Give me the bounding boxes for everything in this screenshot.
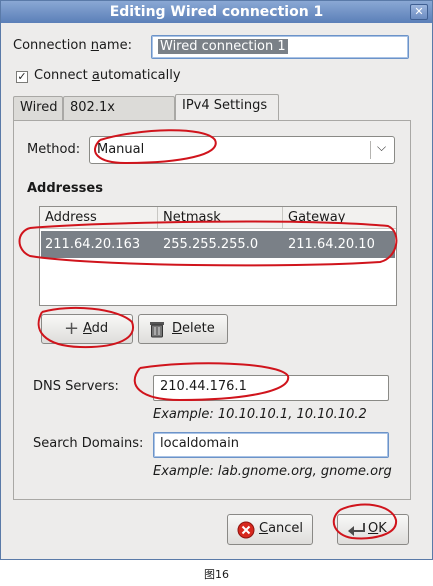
- search-domains-label: Search Domains:: [33, 436, 144, 451]
- tab-8021x-security[interactable]: 802.1x Security: [63, 96, 175, 137]
- cancel-button[interactable]: Cancel: [227, 514, 313, 545]
- table-row[interactable]: 211.64.20.163 255.255.255.0 211.64.20.10: [41, 231, 395, 258]
- add-button[interactable]: + Add: [41, 314, 133, 344]
- delete-button-label: Delete: [172, 321, 215, 336]
- ok-button[interactable]: OK: [337, 514, 409, 545]
- cell-netmask: 255.255.255.0: [163, 237, 259, 252]
- dns-example-hint: Example: 10.10.10.1, 10.10.10.2: [153, 407, 367, 422]
- column-header-address[interactable]: Address: [40, 207, 158, 229]
- cancel-icon: [237, 521, 255, 550]
- figure-caption: 图16: [204, 568, 229, 581]
- connection-name-value: Wired connection 1: [158, 39, 288, 54]
- tab-ipv4-settings[interactable]: IPv4 Settings: [175, 94, 279, 121]
- column-header-gateway[interactable]: Gateway: [283, 207, 396, 229]
- window-title: Editing Wired connection 1: [109, 4, 324, 20]
- trash-icon: [148, 320, 166, 350]
- search-domains-value: localdomain: [160, 436, 239, 451]
- method-label: Method:: [27, 142, 81, 157]
- dns-servers-input[interactable]: 210.44.176.1: [153, 375, 389, 401]
- delete-button[interactable]: Delete: [138, 314, 228, 344]
- connection-name-input[interactable]: Wired connection 1: [151, 35, 409, 59]
- tab-wired[interactable]: Wired: [13, 96, 63, 120]
- connection-name-label: Connection name:: [13, 38, 132, 53]
- dialog-window: Editing Wired connection 1 ✕ Connection …: [0, 0, 433, 560]
- close-icon[interactable]: ✕: [410, 4, 428, 20]
- search-example-hint: Example: lab.gnome.org, gnome.org: [153, 464, 392, 479]
- chevron-down-icon: ⌵: [377, 140, 387, 154]
- cell-gateway: 211.64.20.10: [288, 237, 375, 252]
- method-combo[interactable]: Manual ⌵: [89, 136, 395, 164]
- add-button-label: Add: [83, 321, 109, 336]
- dns-servers-label: DNS Servers:: [33, 379, 119, 394]
- addresses-table: Address Netmask Gateway 211.64.20.163 25…: [39, 206, 397, 306]
- plus-icon: +: [64, 318, 80, 339]
- cancel-button-label: Cancel: [259, 521, 304, 536]
- column-header-netmask[interactable]: Netmask: [158, 207, 283, 229]
- connect-auto-checkbox[interactable]: ✓: [16, 71, 28, 83]
- addresses-heading: Addresses: [27, 181, 103, 196]
- dns-servers-value: 210.44.176.1: [160, 379, 247, 394]
- cell-address: 211.64.20.163: [45, 237, 141, 252]
- return-arrow-icon: [346, 521, 368, 550]
- search-domains-input[interactable]: localdomain: [153, 432, 389, 458]
- combo-separator: [370, 141, 371, 159]
- title-bar: Editing Wired connection 1 ✕: [1, 1, 432, 23]
- ok-button-label: OK: [368, 521, 387, 536]
- method-value: Manual: [97, 142, 145, 157]
- connect-auto-label[interactable]: Connect automatically: [34, 68, 181, 83]
